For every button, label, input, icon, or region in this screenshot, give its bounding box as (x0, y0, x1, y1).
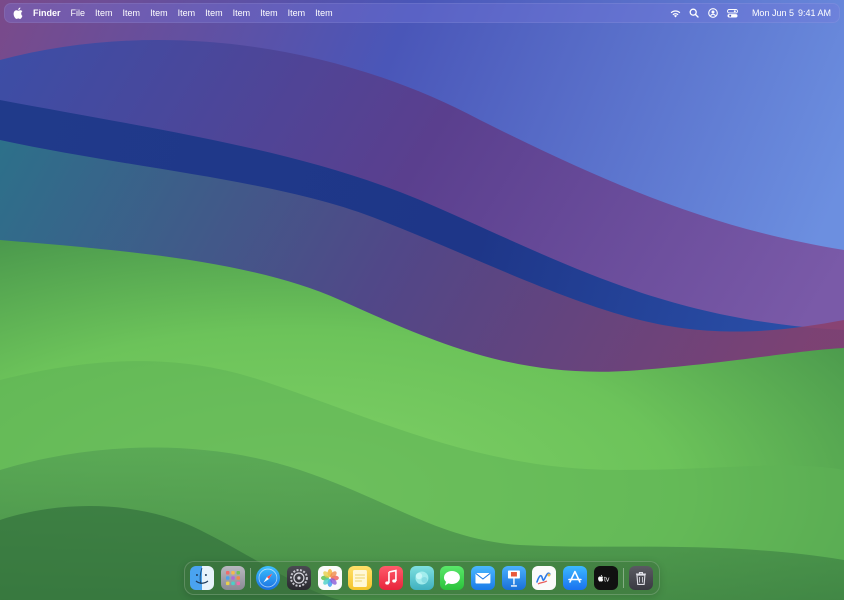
app-store-icon[interactable] (563, 566, 587, 590)
menu-bar: Finder File Item Item Item Item Item Ite… (4, 3, 840, 23)
dock-separator (250, 568, 252, 588)
dock-separator-2 (623, 568, 625, 588)
messages-icon[interactable] (440, 566, 465, 590)
wallpaper-art (0, 0, 844, 600)
trash-icon[interactable] (629, 566, 654, 590)
menu-clock[interactable]: Mon Jun 5 9:41 AM (748, 8, 831, 18)
mail-icon[interactable] (471, 566, 495, 590)
dock: tv (184, 561, 660, 595)
notes-icon[interactable] (348, 566, 373, 590)
keynote-icon[interactable] (501, 566, 526, 590)
desktop-wallpaper (0, 0, 844, 600)
wifi-icon[interactable] (668, 6, 682, 20)
launchpad-icon[interactable] (220, 566, 245, 590)
menu-item-1[interactable]: Item (90, 3, 118, 23)
menu-item-5[interactable]: Item (200, 3, 228, 23)
user-icon[interactable] (706, 6, 720, 20)
finder-icon[interactable] (190, 566, 214, 590)
menu-item-2[interactable]: Item (118, 3, 146, 23)
apple-menu-icon[interactable] (12, 6, 24, 20)
menu-item-8[interactable]: Item (283, 3, 311, 23)
menu-file[interactable]: File (66, 3, 91, 23)
menu-item-9[interactable]: Item (310, 3, 338, 23)
safari-icon[interactable] (256, 566, 281, 590)
menu-item-6[interactable]: Item (228, 3, 256, 23)
apple-tv-icon[interactable]: tv (593, 566, 618, 590)
menu-date: Mon Jun 5 (751, 8, 794, 18)
menu-app-name[interactable]: Finder (28, 3, 66, 23)
menu-item-7[interactable]: Item (255, 3, 283, 23)
search-icon[interactable] (687, 6, 701, 20)
menu-item-4[interactable]: Item (173, 3, 201, 23)
freeform-icon[interactable] (532, 566, 557, 590)
control-center-icon[interactable] (725, 6, 739, 20)
menu-time: 9:41 AM (797, 8, 831, 18)
photos-icon[interactable] (317, 566, 342, 590)
system-settings-icon[interactable] (287, 566, 311, 590)
music-icon[interactable] (379, 566, 403, 590)
mindnode-icon[interactable] (409, 566, 434, 590)
menu-item-3[interactable]: Item (145, 3, 173, 23)
tv-label: tv (604, 576, 610, 583)
